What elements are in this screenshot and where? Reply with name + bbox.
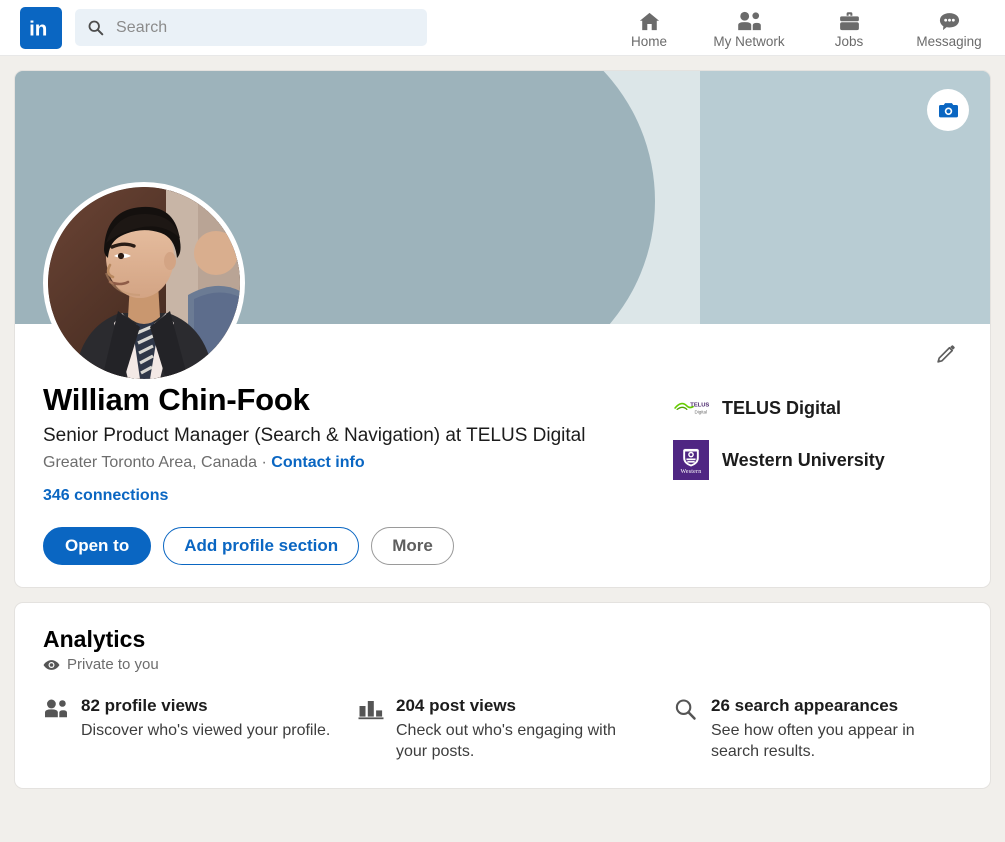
profile-location: Greater Toronto Area, Canada: [43, 454, 258, 471]
organization-name-school: Western University: [722, 449, 885, 470]
analytics-headline: 26 search appearances: [711, 696, 899, 715]
edit-banner-camera-button[interactable]: [927, 89, 969, 131]
analytics-description: See how often you appear in search resul…: [711, 722, 915, 760]
analytics-stat-profile-views[interactable]: 82 profile views Discover who's viewed y…: [43, 695, 358, 762]
analytics-description: Discover who's viewed your profile.: [81, 722, 331, 739]
people-icon: [736, 7, 763, 33]
briefcase-icon: [837, 7, 862, 33]
page-body: William Chin-Fook Senior Product Manager…: [0, 56, 1005, 803]
avatar[interactable]: [43, 182, 245, 384]
eye-icon: [43, 659, 60, 670]
nav-items: Home My Network Jobs Messaging: [599, 0, 999, 56]
analytics-headline: 204 post views: [396, 696, 517, 715]
analytics-privacy: Private to you: [43, 656, 964, 673]
organization-row-company[interactable]: TELUS Digital TELUS Digital: [673, 390, 966, 426]
organization-name-company: TELUS Digital: [722, 397, 842, 418]
identity-left-column: William Chin-Fook Senior Product Manager…: [43, 382, 673, 565]
edit-profile-button[interactable]: [928, 336, 964, 372]
message-bubble-icon: [937, 7, 962, 33]
nav-item-messaging[interactable]: Messaging: [899, 0, 999, 56]
nav-label-messaging: Messaging: [916, 33, 982, 49]
connections-link[interactable]: 346 connections: [43, 487, 168, 505]
identity-right-column: TELUS Digital TELUS Digital Western West…: [673, 382, 966, 565]
bar-chart-icon: [358, 695, 384, 762]
nav-label-home: Home: [630, 33, 667, 49]
nav-item-home[interactable]: Home: [599, 0, 699, 56]
svg-text:TELUS: TELUS: [690, 403, 709, 409]
location-separator: ·: [261, 454, 267, 471]
add-profile-section-button[interactable]: Add profile section: [163, 527, 360, 565]
nav-label-jobs: Jobs: [834, 33, 864, 49]
avatar-photo: [48, 187, 240, 379]
linkedin-logo[interactable]: in: [20, 6, 62, 49]
analytics-description: Check out who's engaging with your posts…: [396, 722, 617, 760]
camera-icon: [938, 102, 958, 117]
nav-item-my-network[interactable]: My Network: [699, 0, 799, 56]
nav-item-jobs[interactable]: Jobs: [799, 0, 899, 56]
search-placeholder: Search: [116, 18, 168, 36]
analytics-stat-post-views[interactable]: 204 post views Check out who's engaging …: [358, 695, 673, 762]
home-icon: [637, 7, 662, 33]
analytics-stat-search-appearances[interactable]: 26 search appearances See how often you …: [673, 695, 964, 762]
svg-text:Digital: Digital: [694, 410, 707, 415]
western-wordmark: Western: [680, 468, 702, 475]
analytics-card: Analytics Private to you 82 profile view…: [14, 602, 991, 789]
nav-label-my-network: My Network: [713, 33, 785, 49]
search-icon: [673, 695, 699, 762]
svg-text:in: in: [29, 17, 47, 40]
telus-digital-logo: TELUS Digital: [673, 390, 709, 426]
search-input[interactable]: Search: [75, 9, 427, 46]
identity-grid: William Chin-Fook Senior Product Manager…: [43, 382, 966, 565]
more-button[interactable]: More: [371, 527, 454, 565]
page-title: William Chin-Fook: [43, 382, 310, 417]
profile-headline: Senior Product Manager (Search & Navigat…: [43, 425, 586, 446]
western-university-logo: Western: [673, 440, 709, 480]
profile-location-line: Greater Toronto Area, Canada · Contact i…: [43, 453, 673, 473]
contact-info-link[interactable]: Contact info: [271, 454, 364, 471]
top-navigation-bar: in Search Home My Network Jobs Messaging: [0, 0, 1005, 56]
pencil-icon: [937, 345, 955, 363]
analytics-privacy-label: Private to you: [67, 656, 159, 673]
people-icon: [43, 695, 69, 762]
analytics-stats-grid: 82 profile views Discover who's viewed y…: [43, 695, 964, 762]
profile-card: William Chin-Fook Senior Product Manager…: [14, 70, 991, 588]
open-to-button[interactable]: Open to: [43, 527, 152, 565]
profile-action-buttons: Open to Add profile section More: [43, 527, 673, 565]
organization-row-school[interactable]: Western Western University: [673, 440, 966, 480]
analytics-title: Analytics: [43, 626, 146, 652]
search-icon: [88, 20, 104, 36]
analytics-headline: 82 profile views: [81, 696, 208, 715]
